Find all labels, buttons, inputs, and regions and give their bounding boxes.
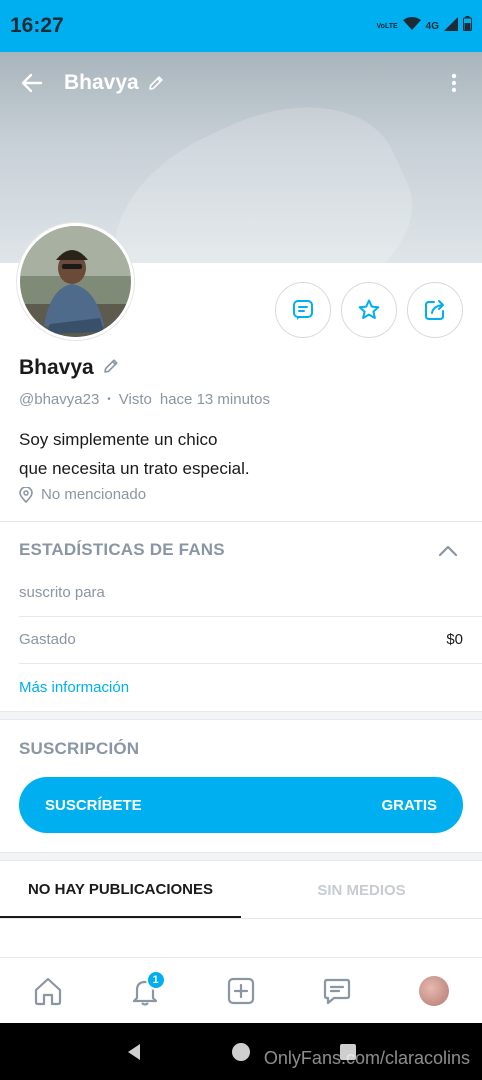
profile-handle: @bhavya23: [19, 391, 100, 408]
pencil-icon: [147, 74, 165, 92]
chevron-up-icon[interactable]: [436, 540, 460, 560]
divider: [19, 663, 482, 664]
section-separator: [0, 852, 482, 861]
subscribe-label: SUSCRÍBETE: [45, 796, 142, 814]
back-triangle-icon[interactable]: [124, 1042, 144, 1062]
signal-icon: [444, 16, 458, 36]
edit-name-icon[interactable]: [102, 357, 120, 380]
nav-home[interactable]: [23, 966, 73, 1016]
status-icons: VoLTE 4G: [377, 16, 472, 36]
profile-avatar[interactable]: [17, 223, 134, 340]
subscription-heading: SUSCRIPCIÓN: [19, 739, 140, 758]
last-seen-label: Visto: [118, 391, 152, 408]
spent-label: Gastado: [19, 631, 76, 648]
favorite-button[interactable]: [341, 282, 397, 338]
nav-profile[interactable]: [409, 966, 459, 1016]
divider: [19, 616, 482, 617]
message-icon: [293, 300, 313, 320]
nav-messages[interactable]: [312, 966, 362, 1016]
content-tabs: NO HAY PUBLICACIONES SIN MEDIOS: [0, 863, 482, 919]
nav-notifications[interactable]: 1: [120, 966, 170, 1016]
meta-separator: •: [107, 394, 111, 405]
tab-posts[interactable]: NO HAY PUBLICACIONES: [0, 863, 241, 918]
wifi-icon: [402, 16, 421, 36]
star-icon: [358, 299, 380, 319]
more-info-link[interactable]: Más información: [19, 679, 129, 696]
message-button[interactable]: [275, 282, 331, 338]
arrow-left-icon: [21, 73, 43, 93]
top-app-bar: Bhavya: [0, 52, 482, 114]
volte-indicator: VoLTE: [376, 22, 398, 30]
network-type: 4G: [425, 20, 439, 32]
message-icon: [324, 978, 351, 1004]
user-avatar: [418, 975, 449, 1006]
section-separator: [0, 711, 482, 720]
subscribe-button[interactable]: SUSCRÍBETE GRATIS: [19, 777, 463, 833]
bottom-navigation: 1: [0, 957, 482, 1023]
profile-meta: @bhavya23 • Visto hace 13 minutos: [19, 391, 270, 408]
more-vertical-icon: [451, 73, 457, 93]
more-options-button[interactable]: [442, 67, 466, 99]
profile-name-row: Bhavya: [19, 356, 120, 380]
page-title: Bhavya: [64, 71, 139, 94]
notification-badge: 1: [145, 969, 166, 990]
fan-stats-heading: ESTADÍSTICAS DE FANS: [19, 540, 225, 559]
status-time: 16:27: [10, 14, 64, 37]
divider: [0, 521, 482, 522]
battery-icon: [463, 16, 472, 36]
plus-square-icon: [227, 977, 255, 1004]
share-icon: [425, 300, 444, 320]
subscribe-price: GRATIS: [381, 796, 437, 814]
tab-media[interactable]: SIN MEDIOS: [241, 863, 482, 918]
profile-bio: Soy simplemente un chico que necesita un…: [19, 425, 250, 483]
home-circle-icon[interactable]: [231, 1042, 251, 1062]
status-bar: 16:27 VoLTE 4G: [0, 0, 482, 52]
profile-location: No mencionado: [19, 486, 146, 503]
watermark: OnlyFans.com/claracolins: [263, 1048, 470, 1068]
share-button[interactable]: [407, 282, 463, 338]
last-seen-value: hace 13 minutos: [159, 391, 270, 408]
profile-actions: [275, 282, 463, 338]
home-icon: [35, 977, 62, 1005]
location-pin-icon: [19, 486, 33, 503]
bio-line: que necesita un trato especial.: [19, 459, 250, 478]
profile-name: Bhavya: [19, 356, 94, 379]
bio-line: Soy simplemente un chico: [19, 430, 218, 449]
location-text: No mencionado: [41, 486, 147, 503]
spent-value: $0: [446, 631, 463, 648]
subscribed-for-label: suscrito para: [19, 584, 105, 601]
nav-new-post[interactable]: [216, 966, 266, 1016]
back-button[interactable]: [16, 67, 48, 99]
